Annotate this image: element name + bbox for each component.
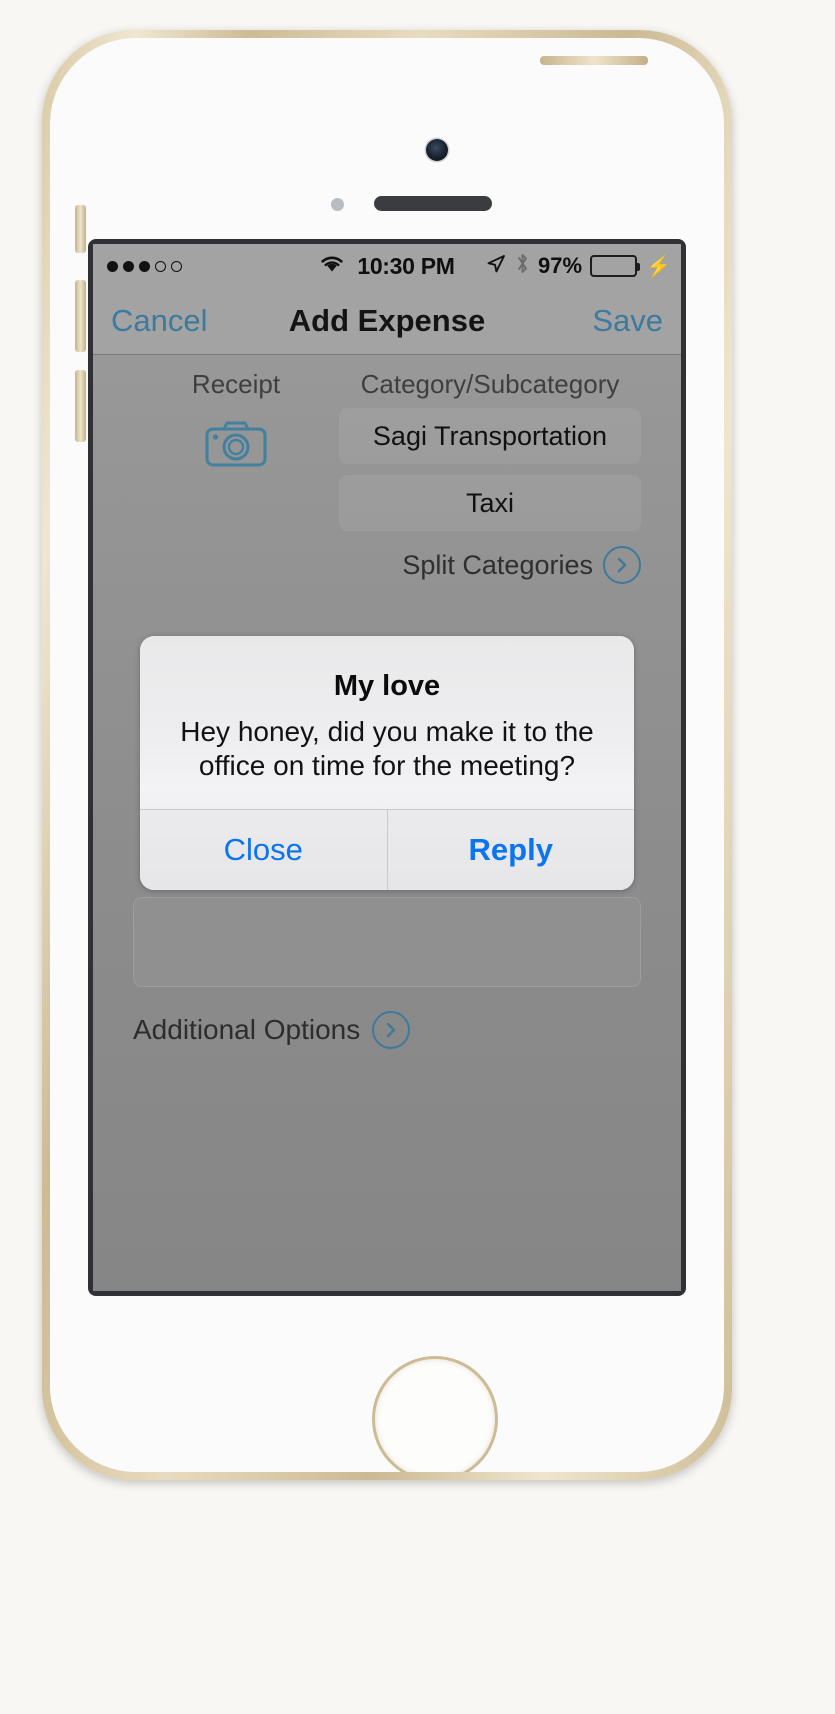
- volume-down-button[interactable]: [75, 370, 86, 442]
- navigation-bar: Cancel Add Expense Save: [93, 288, 681, 355]
- reply-button[interactable]: Reply: [388, 810, 635, 890]
- form-labels-row: Receipt Category/Subcategory: [93, 355, 681, 400]
- earpiece-speaker: [374, 196, 492, 211]
- alert-actions: Close Reply: [140, 809, 635, 891]
- notes-input[interactable]: [133, 897, 641, 987]
- additional-options-label: Additional Options: [133, 1014, 361, 1045]
- phone-stage: 10:30 PM 97% ⚡ Cancel Add Expense Save R…: [0, 0, 835, 1714]
- chevron-right-circle-icon[interactable]: [603, 546, 641, 584]
- status-bar-right: 97% ⚡: [485, 252, 671, 280]
- status-bar: 10:30 PM 97% ⚡: [93, 244, 681, 288]
- camera-icon[interactable]: [205, 418, 267, 473]
- lightning-bolt-icon: ⚡: [646, 255, 671, 278]
- power-button[interactable]: [540, 56, 648, 65]
- status-bar-clock: 10:30 PM: [357, 252, 455, 279]
- alert-title: My love: [333, 670, 441, 702]
- subcategory-field[interactable]: Taxi: [339, 475, 641, 531]
- category-column: Sagi Transportation Taxi Split Categorie…: [339, 408, 641, 584]
- phone-screen: 10:30 PM 97% ⚡ Cancel Add Expense Save R…: [93, 244, 681, 1291]
- home-button[interactable]: [372, 1356, 498, 1472]
- split-categories-label: Split Categories: [402, 549, 593, 580]
- alert-message: Hey honey, did you make it to the office…: [180, 716, 594, 782]
- location-arrow-icon: [485, 253, 507, 280]
- category-label: Category/Subcategory: [360, 369, 620, 399]
- save-button[interactable]: Save: [592, 303, 663, 339]
- close-button[interactable]: Close: [140, 810, 387, 890]
- split-categories-row[interactable]: Split Categories: [339, 542, 641, 584]
- additional-options-row[interactable]: Additional Options: [93, 987, 681, 1049]
- wifi-icon: [319, 254, 345, 278]
- receipt-label: Receipt: [191, 369, 281, 399]
- front-camera-icon: [426, 139, 448, 161]
- form-fields-row: Sagi Transportation Taxi Split Categorie…: [93, 400, 681, 584]
- chevron-right-circle-icon[interactable]: [372, 1011, 411, 1049]
- battery-percent-label: 97%: [538, 253, 583, 278]
- battery-icon: [590, 255, 641, 277]
- receipt-column: [133, 408, 339, 473]
- category-field[interactable]: Sagi Transportation: [339, 408, 641, 464]
- bluetooth-icon: [515, 252, 530, 280]
- proximity-sensor-icon: [331, 198, 344, 211]
- alert-dialog: My love Hey honey, did you make it to th…: [140, 636, 635, 891]
- mute-switch[interactable]: [75, 205, 86, 253]
- alert-body: My love Hey honey, did you make it to th…: [140, 636, 634, 809]
- screen-bezel: 10:30 PM 97% ⚡ Cancel Add Expense Save R…: [88, 239, 686, 1296]
- volume-up-button[interactable]: [75, 280, 86, 352]
